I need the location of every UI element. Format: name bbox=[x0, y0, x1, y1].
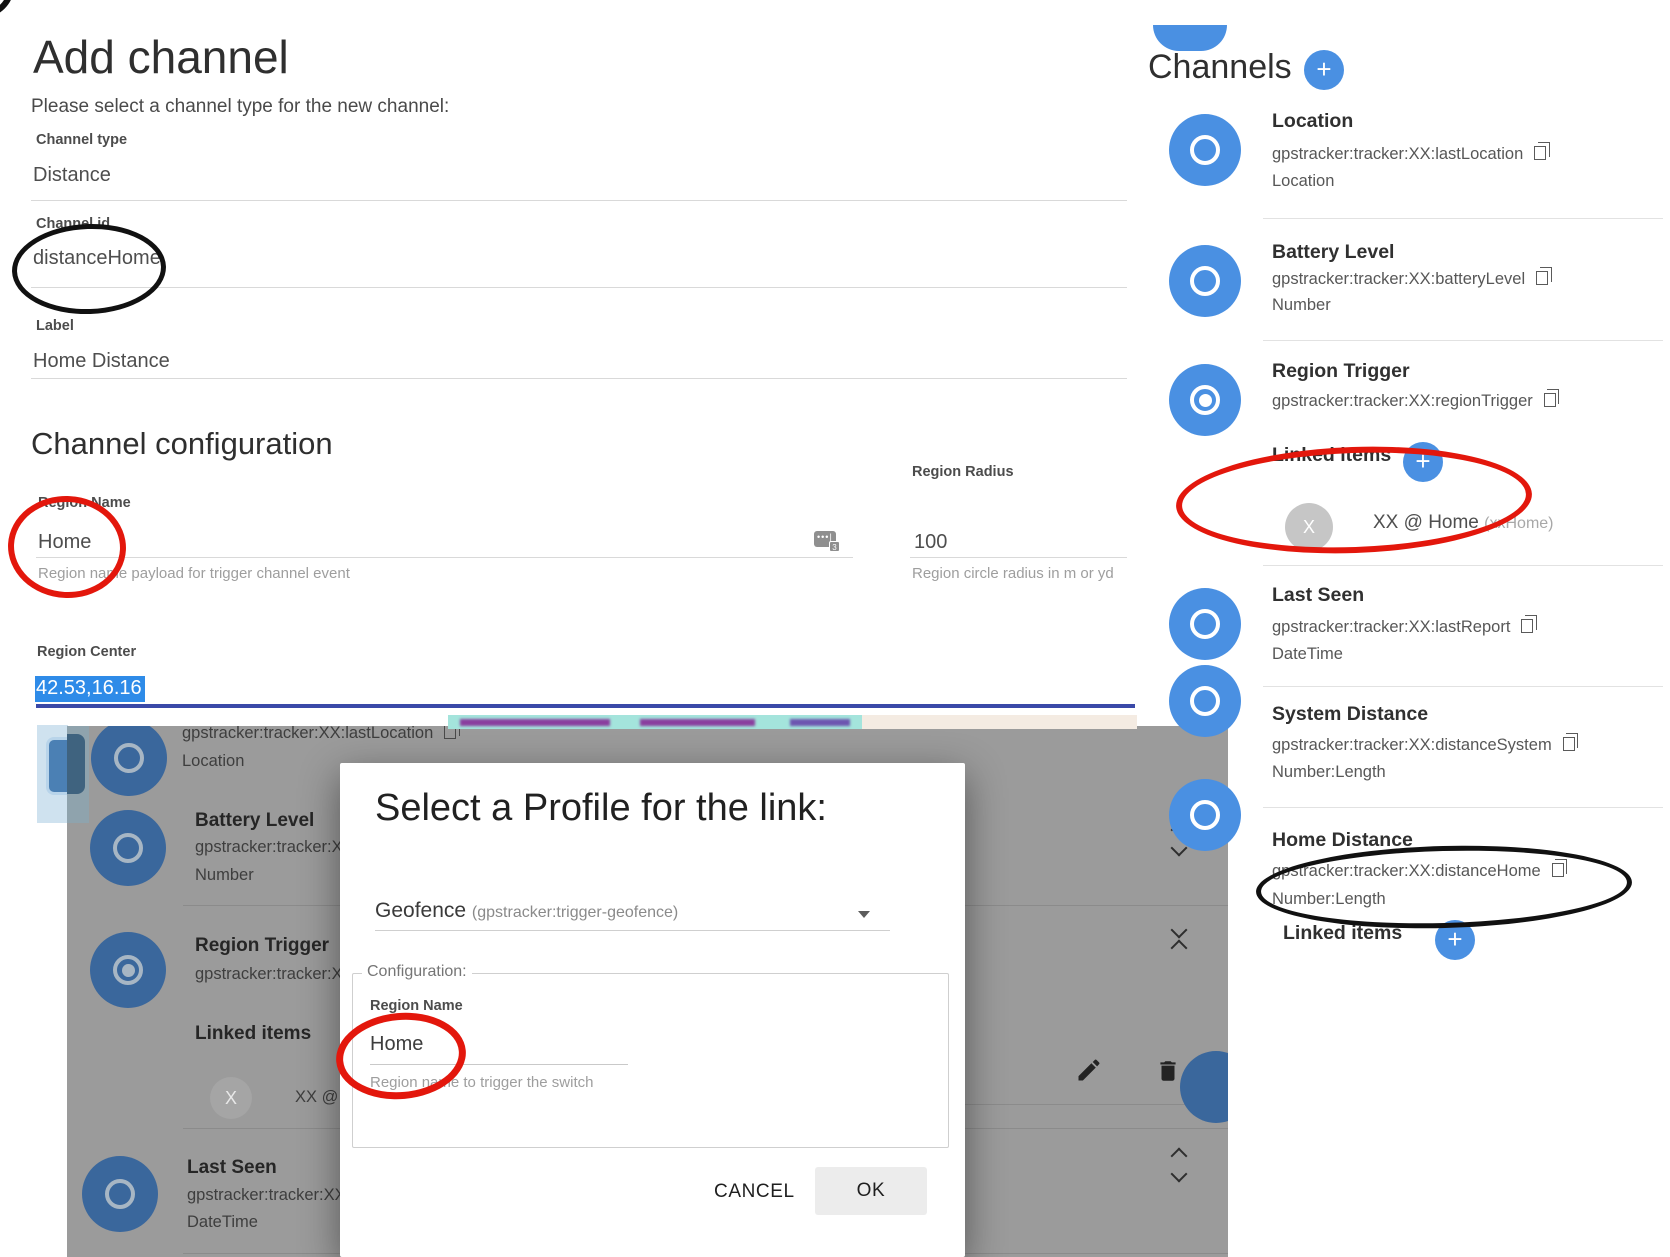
select-underline bbox=[375, 930, 890, 931]
state-channel-icon bbox=[1169, 779, 1241, 851]
channel-uid: gpstracker:tracker:XX:distanceSystem bbox=[1272, 736, 1575, 755]
selection-artifact bbox=[460, 719, 610, 726]
channel-uid: gpstracker:tracker:XX:lastLocation bbox=[1272, 145, 1546, 164]
copy-icon[interactable] bbox=[1544, 393, 1556, 407]
panel-divider bbox=[1263, 340, 1663, 341]
state-channel-icon bbox=[1169, 114, 1241, 186]
region-center-label: Region Center bbox=[37, 644, 136, 660]
dimmed-linked-items-label: Linked items bbox=[195, 1023, 311, 1045]
label-field[interactable]: Home Distance bbox=[33, 350, 170, 373]
map-button-fragment bbox=[46, 737, 68, 795]
channels-panel: Channels + Location gpstracker:tracker:X… bbox=[1148, 0, 1670, 1257]
dimmed-channel-title: Region Trigger bbox=[195, 935, 329, 957]
cancel-button[interactable]: CANCEL bbox=[692, 1171, 817, 1213]
field-underline bbox=[31, 287, 1127, 288]
channel-type: Number bbox=[1272, 296, 1331, 315]
page-title: Add channel bbox=[33, 30, 289, 84]
state-channel-icon bbox=[1169, 665, 1241, 737]
label-label: Label bbox=[36, 318, 74, 334]
state-channel-icon bbox=[1169, 588, 1241, 660]
panel-divider bbox=[1263, 565, 1663, 566]
panel-divider bbox=[1263, 807, 1663, 808]
panel-divider bbox=[1263, 686, 1663, 687]
dimmed-channel-icon bbox=[90, 932, 166, 1008]
copy-icon[interactable] bbox=[1536, 271, 1548, 285]
dialog-title: Select a Profile for the link: bbox=[375, 787, 827, 830]
copy-icon[interactable] bbox=[1563, 737, 1575, 751]
dimmed-channel-uid: gpstracker:tracker:XX:lastLocation bbox=[182, 726, 456, 743]
profile-dialog: Select a Profile for the link: Geofence … bbox=[340, 763, 965, 1257]
configuration-legend: Configuration: bbox=[362, 963, 472, 981]
region-center-field[interactable]: 42.53,16.16 bbox=[35, 676, 145, 702]
channel-type: Location bbox=[1272, 172, 1334, 191]
chevron-down-icon[interactable] bbox=[858, 911, 870, 918]
dimmed-channel-title: Battery Level bbox=[195, 810, 314, 832]
state-channel-icon bbox=[1169, 245, 1241, 317]
region-radius-helper: Region circle radius in m or yd bbox=[912, 565, 1114, 582]
add-channel-button[interactable]: + bbox=[1304, 50, 1344, 90]
dimmed-channel-type: Number bbox=[195, 866, 254, 885]
trigger-channel-icon bbox=[1169, 364, 1241, 436]
channel-title: System Distance bbox=[1272, 703, 1428, 726]
focused-field-underline bbox=[36, 704, 1135, 708]
dimmed-map-button-fragment bbox=[67, 734, 85, 794]
field-underline bbox=[36, 557, 853, 558]
dimmed-linked-item-avatar: X bbox=[210, 1077, 252, 1119]
profile-select[interactable]: Geofence (gpstracker:trigger-geofence) bbox=[375, 899, 678, 923]
channel-type: DateTime bbox=[1272, 645, 1343, 664]
channel-title: Region Trigger bbox=[1272, 360, 1410, 383]
channel-uid: gpstracker:tracker:XX:lastReport bbox=[1272, 618, 1533, 637]
annotation-ellipse-channel-id bbox=[10, 221, 167, 316]
copy-icon[interactable] bbox=[1521, 619, 1533, 633]
region-radius-label: Region Radius bbox=[912, 464, 1014, 480]
dimmed-channel-type: Location bbox=[182, 752, 244, 771]
channel-type: Number:Length bbox=[1272, 763, 1386, 782]
dimmed-channel-icon bbox=[82, 1156, 158, 1232]
channel-title: Battery Level bbox=[1272, 241, 1394, 264]
dimmed-channel-title: Last Seen bbox=[187, 1157, 277, 1179]
profile-uid: (gpstracker:trigger-geofence) bbox=[472, 904, 678, 921]
channel-uid: gpstracker:tracker:XX:regionTrigger bbox=[1272, 392, 1556, 411]
region-radius-field[interactable]: 100 bbox=[914, 531, 947, 554]
dimmed-channel-type: DateTime bbox=[187, 1213, 258, 1232]
selection-artifact bbox=[862, 715, 1137, 729]
channel-uid: gpstracker:tracker:XX:batteryLevel bbox=[1272, 270, 1548, 289]
panel-divider bbox=[1263, 218, 1663, 219]
selection-artifact bbox=[790, 719, 850, 726]
form-intro: Please select a channel type for the new… bbox=[31, 96, 449, 118]
dimmed-channel-icon bbox=[91, 726, 167, 796]
channels-title: Channels bbox=[1148, 48, 1292, 87]
channel-title: Location bbox=[1272, 110, 1353, 133]
field-underline bbox=[31, 378, 1127, 379]
copy-icon[interactable] bbox=[1534, 146, 1546, 160]
numeric-keypad-icon[interactable]: •••|3 bbox=[814, 531, 836, 547]
channel-type-label: Channel type bbox=[36, 132, 127, 148]
field-underline bbox=[31, 200, 1127, 201]
dialog-region-name-label: Region Name bbox=[370, 998, 463, 1014]
ok-button[interactable]: OK bbox=[815, 1167, 927, 1215]
channel-configuration-title: Channel configuration bbox=[31, 426, 333, 462]
channel-title: Last Seen bbox=[1272, 584, 1364, 607]
selection-artifact bbox=[640, 719, 755, 726]
field-underline bbox=[910, 557, 1127, 558]
annotation-fragment bbox=[0, 0, 14, 18]
dimmed-channel-icon bbox=[90, 810, 166, 886]
edit-pencil-icon[interactable] bbox=[1075, 1056, 1103, 1084]
channel-type-field[interactable]: Distance bbox=[33, 164, 111, 187]
